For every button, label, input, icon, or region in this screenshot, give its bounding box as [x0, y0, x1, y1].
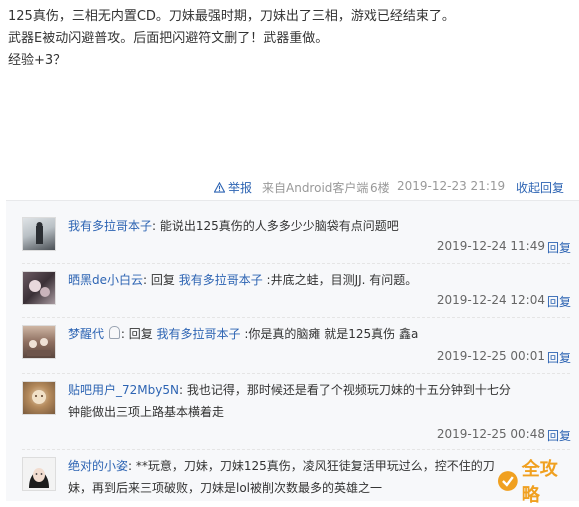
reply-button[interactable]: 回复: [547, 349, 571, 366]
reply-list: 我有多拉哥本子: 能说出125真伤的人多多少少脑袋有点问题吧 2019-12-2…: [6, 200, 579, 501]
reply-time: 2019-12-25 00:48: [436, 427, 545, 441]
reply-content: 能说出125真伤的人多多少少脑袋有点问题吧: [156, 219, 399, 233]
user-badge-icon: [108, 326, 120, 339]
reply-divider: [22, 373, 570, 375]
avatar-figure-icon: [27, 338, 51, 356]
reply-content-continued: 妹，再到后来三项破败，刀妹是lol被削次数最多的英雄之一: [68, 481, 383, 495]
avatar-figure-icon: [29, 468, 49, 488]
reply-target-user[interactable]: 我有多拉哥本子: [179, 273, 263, 287]
reply-divider: [22, 449, 570, 451]
avatar-figure-icon: [32, 390, 46, 404]
reply-item: 梦醒代 : 回复 我有多拉哥本子 :你是真的脑瘫 就是125真伤 鑫a 2019…: [6, 321, 579, 371]
watermark-text: 全攻略: [521, 459, 558, 506]
reply-username[interactable]: 晒黑de小白云: [68, 273, 143, 287]
reply-target-user[interactable]: 我有多拉哥本子: [157, 327, 241, 341]
post-line: 125真伤，三相无内置CD。刀妹最强时期，刀妹出了三相，游戏已经结束了。: [8, 9, 455, 24]
reply-item: 我有多拉哥本子: 能说出125真伤的人多多少少脑袋有点问题吧 2019-12-2…: [6, 213, 579, 265]
post-line: 经验+3？: [8, 53, 67, 68]
reply-content: **玩意，刀妹，刀妹125真伤，凌风狂徒复活甲玩过么，控不住的刀: [132, 459, 495, 473]
reply-username[interactable]: 贴吧用户_72Mby5N: [68, 383, 179, 397]
report-label: 举报: [228, 181, 253, 195]
reply-text: 晒黑de小白云: 回复 我有多拉哥本子 :井底之蛙，目测JJ. 有问题。: [68, 269, 570, 291]
reply-username[interactable]: 我有多拉哥本子: [68, 219, 152, 233]
reply-item: 绝对的小姿: **玩意，刀妹，刀妹125真伤，凌风狂徒复活甲玩过么，控不住的刀 …: [6, 453, 579, 501]
floor-number: 6楼: [370, 181, 390, 195]
reply-divider: [22, 263, 570, 265]
reply-text: 梦醒代 : 回复 我有多拉哥本子 :你是真的脑瘫 就是125真伤 鑫a: [68, 323, 570, 345]
post-tail: 举报 来自Android客户端 6楼 2019-12-23 21:19 收起回复: [0, 177, 579, 199]
client-source[interactable]: 来自Android客户端: [262, 179, 368, 196]
reply-username[interactable]: 梦醒代: [68, 327, 104, 341]
avatar[interactable]: [22, 457, 56, 491]
reply-text: 我有多拉哥本子: 能说出125真伤的人多多少少脑袋有点问题吧: [68, 215, 570, 237]
post-time: 2019-12-23 21:19: [397, 179, 506, 193]
avatar-figure-icon: [29, 280, 50, 297]
avatar[interactable]: [22, 217, 56, 251]
avatar[interactable]: [22, 271, 56, 305]
warning-icon: [214, 182, 225, 193]
reply-text: 贴吧用户_72Mby5N: 我也记得，那时候还是看了个视频玩刀妹的十五分钟到十七…: [68, 379, 570, 423]
reply-time: 2019-12-24 11:49: [436, 239, 545, 253]
reply-button[interactable]: 回复: [547, 239, 571, 256]
reply-text: 绝对的小姿: **玩意，刀妹，刀妹125真伤，凌风狂徒复活甲玩过么，控不住的刀 …: [68, 455, 570, 499]
avatar-figure-icon: [36, 222, 43, 244]
reply-button[interactable]: 回复: [547, 293, 571, 310]
post-line: 武器E被动闪避普攻。后面把闪避符文删了！武器重做。: [8, 31, 329, 46]
avatar[interactable]: [22, 381, 56, 415]
reply-button[interactable]: 回复: [547, 427, 571, 444]
post-content: 125真伤，三相无内置CD。刀妹最强时期，刀妹出了三相，游戏已经结束了。 武器E…: [8, 6, 573, 72]
reply-item: 晒黑de小白云: 回复 我有多拉哥本子 :井底之蛙，目测JJ. 有问题。 201…: [6, 267, 579, 313]
reply-content: 我也记得，那时候还是看了个视频玩刀妹的十五分钟到十七分: [183, 383, 511, 397]
reply-item: 贴吧用户_72Mby5N: 我也记得，那时候还是看了个视频玩刀妹的十五分钟到十七…: [6, 377, 579, 445]
reply-content: :你是真的脑瘫 就是125真伤 鑫a: [240, 327, 419, 341]
collapse-replies-button[interactable]: 收起回复: [516, 179, 564, 196]
avatar[interactable]: [22, 325, 56, 359]
reply-time: 2019-12-24 12:04: [436, 293, 545, 307]
reply-content: :井底之蛙，目测JJ. 有问题。: [262, 273, 418, 287]
watermark-logo: 全攻略: [497, 459, 579, 506]
reply-divider: [22, 317, 570, 319]
reply-username[interactable]: 绝对的小姿: [68, 459, 128, 473]
watermark-icon: [497, 471, 518, 491]
reply-time: 2019-12-25 00:01: [436, 349, 545, 363]
reply-prefix: 回复: [124, 327, 157, 341]
report-link[interactable]: 举报: [214, 179, 252, 196]
reply-content-continued: 钟能做出三项上路基本横着走: [68, 405, 225, 419]
reply-prefix: 回复: [147, 273, 179, 287]
